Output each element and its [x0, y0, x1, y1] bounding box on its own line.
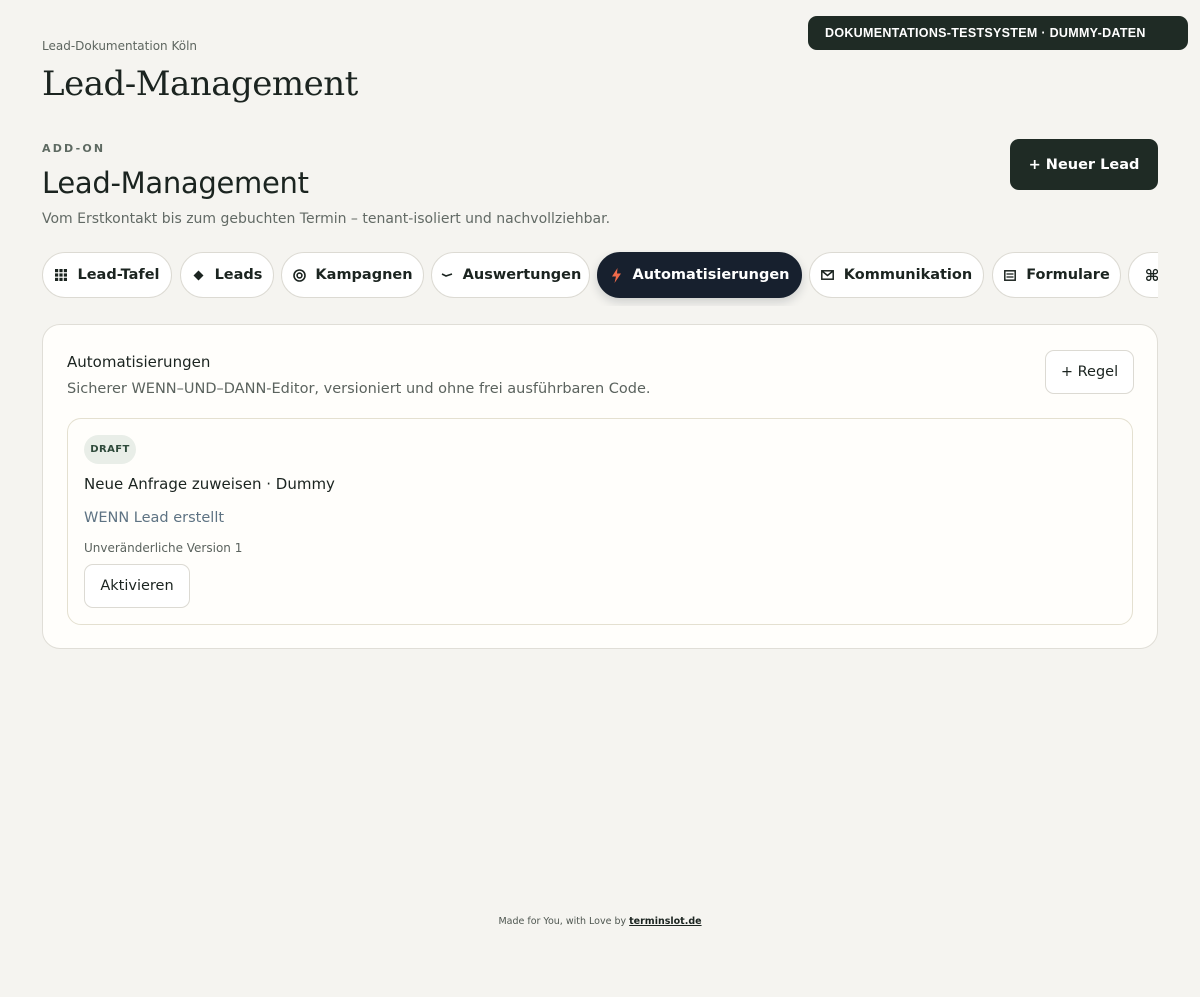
automations-panel: Automatisierungen Sicherer WENN–UND–DANN… — [42, 324, 1158, 649]
tab-lead-tafel[interactable]: Lead-Tafel — [42, 252, 172, 298]
rule-card: DRAFT Neue Anfrage zuweisen · Dummy WENN… — [67, 418, 1133, 625]
diamond-icon — [192, 268, 206, 282]
tab-label: Kampagnen — [315, 267, 413, 283]
tab-label: Kommunikation — [843, 267, 973, 283]
tab-auswertungen[interactable]: Auswertungen — [431, 252, 590, 298]
tab-label: Formulare — [1026, 267, 1110, 283]
panel-subtitle: Sicherer WENN–UND–DANN-Editor, versionie… — [67, 381, 651, 397]
command-icon: ⌘ — [1144, 265, 1158, 285]
panel-title: Automatisierungen — [67, 353, 211, 371]
tab-kampagnen[interactable]: Kampagnen — [281, 252, 424, 298]
tab-label: Auswertungen — [462, 267, 582, 283]
form-icon — [1003, 268, 1017, 282]
new-lead-button[interactable]: + Neuer Lead — [1010, 139, 1158, 190]
section-title: Lead-Management — [42, 166, 309, 200]
footer-text: Made for You, with Love by — [498, 916, 627, 927]
target-icon — [292, 268, 306, 282]
tab-kommunikation[interactable]: Kommunikation — [809, 252, 984, 298]
environment-banner: DOKUMENTATIONS-TESTSYSTEM · DUMMY-DATEN — [808, 16, 1188, 50]
tab-more[interactable]: ⌘ — [1128, 252, 1158, 298]
tab-label: Lead-Tafel — [77, 267, 160, 283]
add-rule-button[interactable]: + Regel — [1045, 350, 1134, 394]
section-subtitle: Vom Erstkontakt bis zum gebuchten Termin… — [42, 211, 611, 227]
mail-icon — [821, 268, 835, 282]
rule-version: Unveränderliche Version 1 — [84, 541, 243, 555]
rule-name: Neue Anfrage zuweisen · Dummy — [84, 475, 335, 493]
page-title: Lead-Management — [42, 64, 358, 104]
status-badge: DRAFT — [84, 435, 136, 464]
tab-leads[interactable]: Leads — [180, 252, 274, 298]
rule-condition: WENN Lead erstellt — [84, 510, 225, 526]
tab-bar: Lead-Tafel Leads Kampagnen Auswertungen … — [42, 250, 1158, 306]
tab-automatisierungen[interactable]: Automatisierungen — [597, 252, 802, 298]
tab-formulare[interactable]: Formulare — [992, 252, 1121, 298]
breadcrumb[interactable]: Lead-Dokumentation Köln — [42, 39, 197, 53]
lightning-icon — [609, 267, 623, 283]
footer-link[interactable]: terminslot.de — [629, 916, 701, 927]
footer: Made for You, with Love by terminslot.de — [0, 916, 1200, 927]
tab-label: Leads — [214, 267, 263, 283]
trend-icon — [440, 268, 454, 282]
grid-icon — [54, 268, 68, 282]
section-eyebrow: ADD-ON — [42, 142, 106, 155]
tab-label: Automatisierungen — [632, 267, 790, 283]
activate-button[interactable]: Aktivieren — [84, 564, 190, 608]
